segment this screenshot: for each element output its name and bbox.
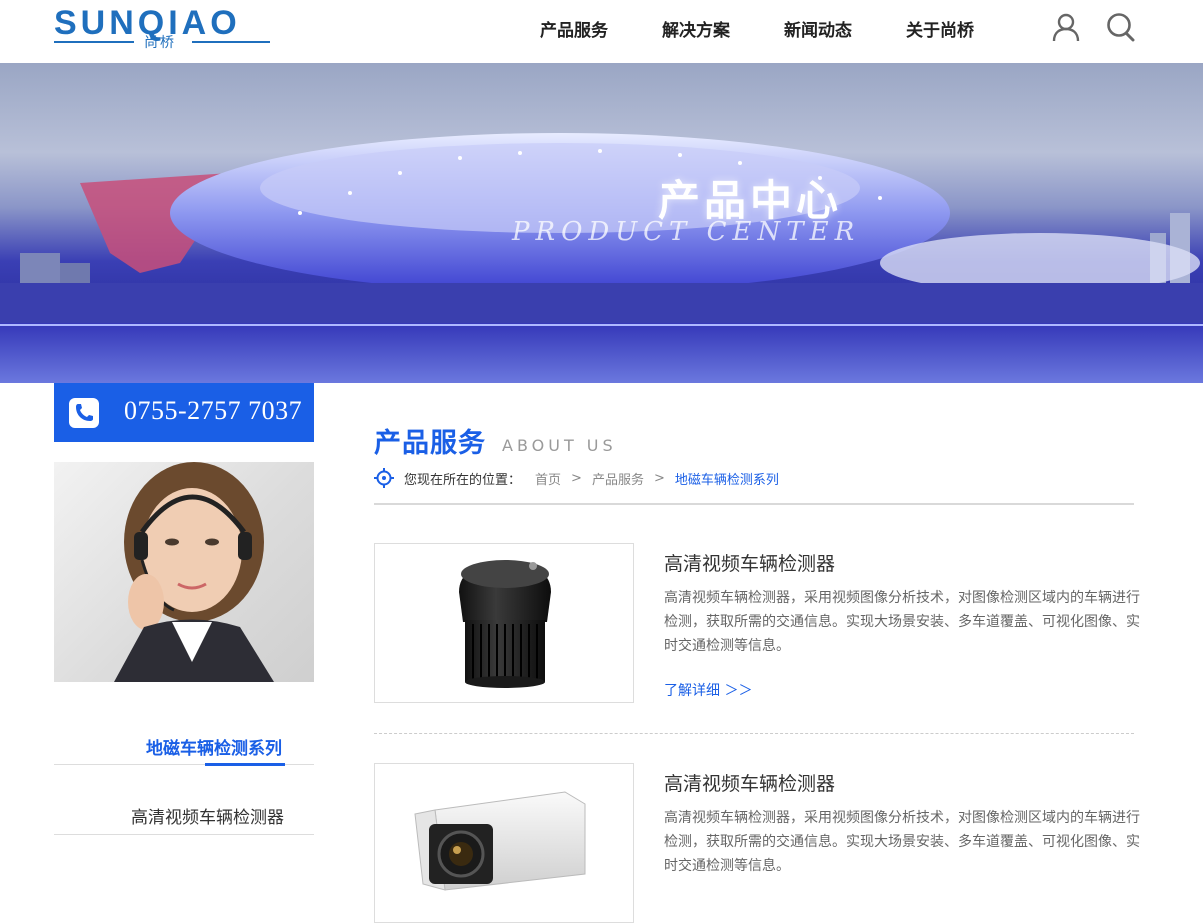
breadcrumb-home[interactable]: 首页 — [535, 469, 561, 488]
hero-banner: 产品中心 PRODUCT CENTER — [0, 63, 1203, 383]
product-image-geomagnetic-sensor[interactable] — [374, 543, 634, 703]
logo-rule-right — [192, 41, 270, 43]
product-description: 高清视频车辆检测器，采用视频图像分析技术，对图像检测区域内的车辆进行检测，获取所… — [664, 810, 1140, 874]
user-icon[interactable] — [1051, 12, 1081, 42]
site-logo[interactable]: SUNQIAO 尚桥 — [54, 6, 270, 51]
logo-subtitle: 尚桥 — [144, 35, 176, 51]
product-more-link[interactable]: 了解详细 ＞＞ — [664, 680, 752, 700]
nav-item-solutions[interactable]: 解决方案 — [662, 16, 730, 41]
sidebar-category-header: 地磁车辆检测系列 — [54, 732, 314, 766]
sidebar-item-label: 高清视频车辆检测器 — [131, 808, 284, 828]
nav-item-products[interactable]: 产品服务 — [540, 16, 608, 41]
breadcrumb-products[interactable]: 产品服务 — [592, 469, 644, 488]
site-header: SUNQIAO 尚桥 产品服务 解决方案 新闻动态 关于尚桥 — [0, 0, 1203, 63]
sidebar-category-underline — [205, 763, 285, 766]
nav-item-news[interactable]: 新闻动态 — [784, 16, 852, 41]
hotline-box: 0755-2757 7037 — [54, 383, 314, 442]
breadcrumb-divider — [374, 503, 1134, 505]
product-card: 高清视频车辆检测器 高清视频车辆检测器，采用视频图像分析技术，对图像检测区域内的… — [374, 543, 1140, 703]
hotline-number: 0755-2757 7037 — [124, 396, 303, 425]
product-divider — [374, 733, 1134, 734]
product-description: 高清视频车辆检测器，采用视频图像分析技术，对图像检测区域内的车辆进行检测，获取所… — [664, 590, 1140, 654]
location-target-icon — [374, 468, 394, 488]
sidebar-category-title: 地磁车辆检测系列 — [146, 739, 282, 759]
product-title[interactable]: 高清视频车辆检测器 — [664, 769, 835, 796]
customer-service-photo — [54, 462, 314, 682]
breadcrumb-separator: > — [571, 470, 582, 486]
product-card: 高清视频车辆检测器 高清视频车辆检测器，采用视频图像分析技术，对图像检测区域内的… — [374, 763, 1140, 923]
search-icon[interactable] — [1106, 12, 1136, 42]
section-title: 产品服务 — [374, 428, 486, 459]
sidebar-item-hd-video-detector[interactable]: 高清视频车辆检测器 — [54, 800, 314, 835]
main-nav: 产品服务 解决方案 新闻动态 关于尚桥 — [540, 16, 974, 41]
logo-rule-left — [54, 41, 134, 43]
breadcrumb-prefix: 您现在所在的位置： — [404, 472, 522, 488]
product-image-hd-camera[interactable] — [374, 763, 634, 923]
breadcrumb-current[interactable]: 地磁车辆检测系列 — [675, 469, 779, 488]
section-subtitle: ABOUT US — [502, 436, 617, 455]
banner-subtitle: PRODUCT CENTER — [512, 217, 861, 247]
phone-icon — [69, 398, 99, 428]
nav-item-about[interactable]: 关于尚桥 — [906, 16, 974, 41]
product-title[interactable]: 高清视频车辆检测器 — [664, 549, 835, 576]
breadcrumb: 您现在所在的位置： 首页 > 产品服务 > 地磁车辆检测系列 — [374, 468, 779, 488]
breadcrumb-separator: > — [653, 470, 665, 486]
